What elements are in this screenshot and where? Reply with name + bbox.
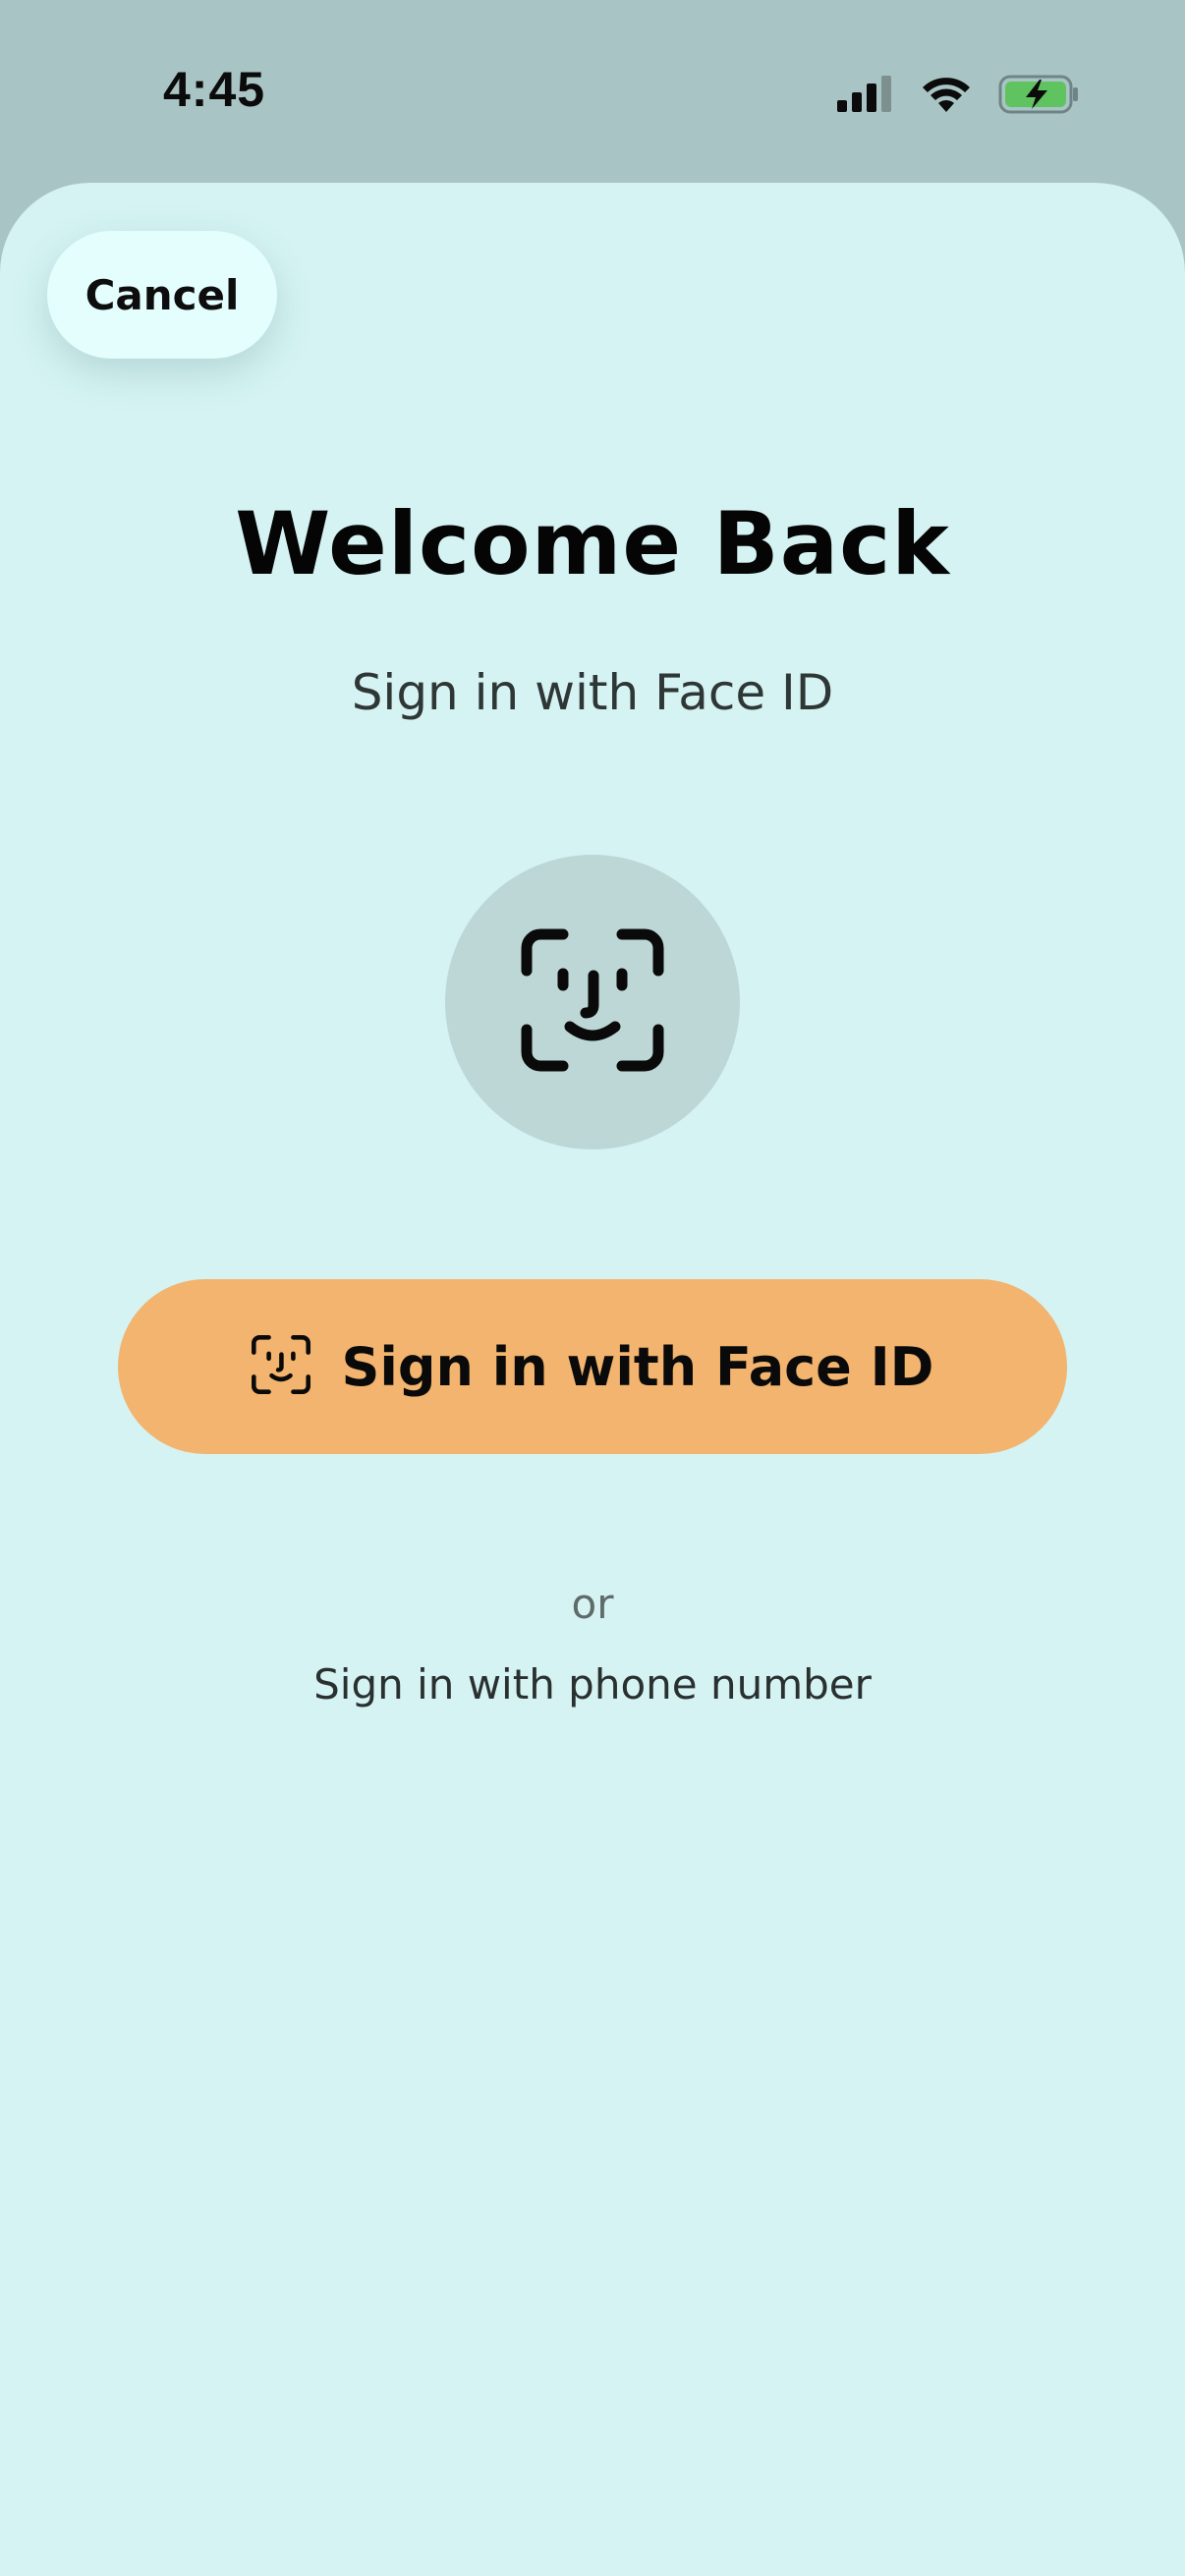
- page-title: Welcome Back: [235, 493, 950, 594]
- status-time: 4:45: [163, 62, 266, 117]
- divider-or: or: [571, 1580, 614, 1628]
- face-id-signin-button[interactable]: Sign in with Face ID: [118, 1279, 1067, 1454]
- face-id-small-icon: [251, 1334, 311, 1399]
- status-icons: [835, 71, 1081, 122]
- phone-signin-link-row: Sign in with phone number: [0, 1660, 1185, 1708]
- cellular-signal-icon: [835, 75, 894, 118]
- face-id-signin-label: Sign in with Face ID: [341, 1335, 934, 1398]
- face-id-circle[interactable]: [445, 855, 740, 1149]
- status-bar: 4:45: [0, 0, 1185, 183]
- battery-charging-icon: [998, 74, 1081, 119]
- phone-signin-link[interactable]: Sign in with phone number: [313, 1660, 872, 1708]
- page-subtitle: Sign in with Face ID: [351, 664, 834, 721]
- cancel-button[interactable]: Cancel: [47, 231, 277, 359]
- wifi-icon: [920, 75, 973, 118]
- face-id-icon: [519, 926, 666, 1078]
